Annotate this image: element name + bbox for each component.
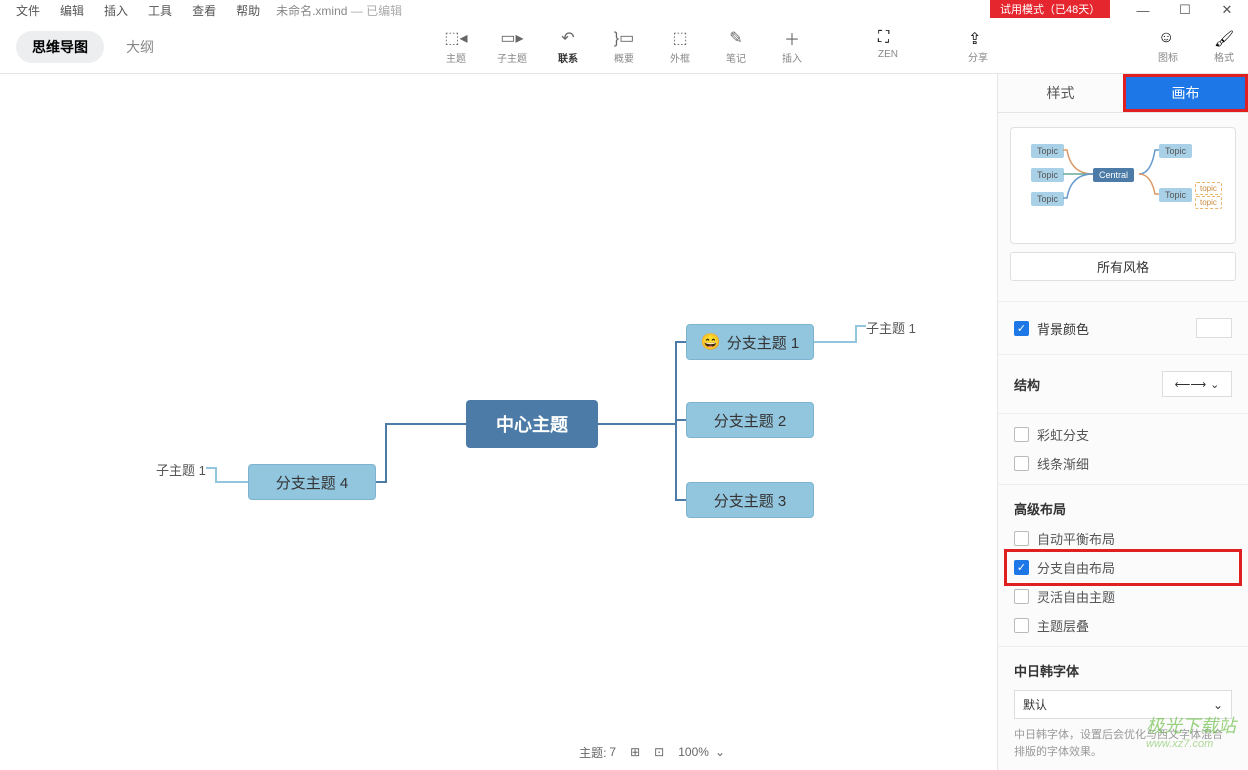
emoji-icon: ☺ [1158,29,1178,47]
rainbow-checkbox[interactable] [1014,427,1029,442]
structure-select[interactable]: ⟵⟶ ⌄ [1162,371,1232,397]
cjk-font-description: 中日韩字体，设置后会优化与西文字体混合排版的字体效果。 [998,727,1248,770]
bg-color-label: 背景颜色 [1037,319,1089,338]
bg-color-swatch[interactable] [1196,318,1232,338]
document-name: 未命名.xmind [276,4,347,18]
relation-icon: ↶ [557,28,579,48]
menu-view[interactable]: 查看 [182,0,226,21]
status-zoom[interactable]: 100%⌄ [678,745,725,759]
share-icon: ⇪ [968,29,988,47]
node-central[interactable]: 中心主题 [466,400,598,448]
topic-overlap-row[interactable]: 主题层叠 [998,611,1248,640]
structure-label: 结构 [1014,375,1040,394]
tool-format[interactable]: 🖌 格式 [1214,29,1234,64]
tool-topic[interactable]: ⬚◂ 主题 [428,28,484,65]
rainbow-checkbox-row[interactable]: 彩虹分支 [998,420,1248,449]
tool-relation[interactable]: ↶ 联系 [540,28,596,65]
free-topic-checkbox[interactable] [1014,589,1029,604]
tool-note[interactable]: ✎ 笔记 [708,28,764,65]
menu-edit[interactable]: 编辑 [50,0,94,21]
thinline-checkbox-row[interactable]: 线条渐细 [998,449,1248,478]
status-fit-icon[interactable]: ⊡ [654,745,664,759]
view-mindmap[interactable]: 思维导图 [16,31,104,63]
node-branch-3[interactable]: 分支主题 3 [686,482,814,518]
boundary-icon: ⬚ [669,28,691,48]
summary-icon: }▭ [613,28,635,48]
structure-icon: ⟵⟶ [1175,378,1207,391]
preview-central: Central [1093,168,1134,182]
chevron-down-icon: ⌄ [715,745,725,759]
tool-boundary[interactable]: ⬚ 外框 [652,28,708,65]
tool-icon[interactable]: ☺ 图标 [1158,29,1178,64]
brush-icon: 🖌 [1214,29,1234,47]
window-close[interactable]: ✕ [1206,0,1248,20]
tool-subtopic[interactable]: ▭▸ 子主题 [484,28,540,65]
node-branch-4[interactable]: 分支主题 4 [248,464,376,500]
menu-insert[interactable]: 插入 [94,0,138,21]
chevron-down-icon: ⌄ [1210,378,1219,391]
tool-share[interactable]: ⇪ 分享 [968,29,988,64]
menu-file[interactable]: 文件 [6,0,50,21]
node-branch-1[interactable]: 😄 分支主题 1 [686,324,814,360]
cjk-font-select[interactable]: 默认 ⌄ [1014,690,1232,719]
window-minimize[interactable]: — [1122,0,1164,20]
bg-color-checkbox[interactable]: ✓ [1014,321,1029,336]
document-status: — 已编辑 [351,4,402,18]
auto-balance-checkbox[interactable] [1014,531,1029,546]
panel-tab-style[interactable]: 样式 [998,74,1123,112]
view-outline[interactable]: 大纲 [122,31,158,63]
all-styles-button[interactable]: 所有风格 [1010,252,1236,281]
tool-insert[interactable]: ＋ 插入 [764,28,820,65]
note-icon: ✎ [725,28,747,48]
topic-icon: ⬚◂ [445,28,467,48]
status-topic-count: 主题: 7 [579,744,616,761]
auto-balance-row[interactable]: 自动平衡布局 [998,524,1248,553]
tool-summary[interactable]: }▭ 概要 [596,28,652,65]
trial-badge[interactable]: 试用模式（已48天） [990,0,1110,18]
tool-zen[interactable]: ⛶ ZEN [878,29,898,64]
status-map-icon[interactable]: ⊞ [630,745,640,759]
emoji-laugh-icon: 😄 [701,332,721,352]
advanced-layout-title: 高级布局 [998,491,1248,524]
node-sub-left[interactable]: 子主题 1 [156,460,206,479]
window-maximize[interactable]: ☐ [1164,0,1206,20]
theme-preview[interactable]: Central Topic Topic Topic Topic Topic to… [1010,127,1236,244]
topic-overlap-checkbox[interactable] [1014,618,1029,633]
panel-tab-canvas[interactable]: 画布 [1123,74,1248,112]
subtopic-icon: ▭▸ [501,28,523,48]
node-branch-2[interactable]: 分支主题 2 [686,402,814,438]
thinline-checkbox[interactable] [1014,456,1029,471]
chevron-down-icon: ⌄ [1213,698,1223,712]
menu-help[interactable]: 帮助 [226,0,270,21]
insert-icon: ＋ [781,28,803,48]
node-sub-right[interactable]: 子主题 1 [866,318,916,337]
free-branch-row[interactable]: ✓ 分支自由布局 [1014,556,1232,579]
zen-icon: ⛶ [878,29,898,47]
free-branch-checkbox[interactable]: ✓ [1014,560,1029,575]
cjk-font-title: 中日韩字体 [998,653,1248,686]
free-topic-row[interactable]: 灵活自由主题 [998,582,1248,611]
menu-tools[interactable]: 工具 [138,0,182,21]
